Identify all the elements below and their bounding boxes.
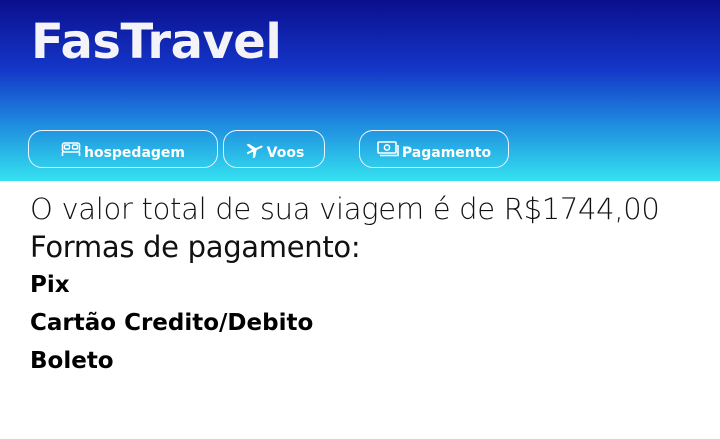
payment-option-card[interactable]: Cartão Credito/Debito	[30, 304, 720, 342]
nav-pagamento-label: Pagamento	[401, 145, 492, 161]
plane-icon	[244, 140, 264, 158]
payment-content: O valor total de sua viagem é de R$1744,…	[30, 190, 720, 380]
nav-hospedagem-label: hospedagem	[83, 145, 185, 161]
nav-pagamento-button[interactable]: Pagamento	[359, 130, 509, 168]
payment-option-boleto[interactable]: Boleto	[30, 342, 720, 380]
nav-voos-label: Voos	[266, 145, 305, 161]
nav-hospedagem-button[interactable]: hospedagem	[28, 130, 218, 168]
trip-total-text: O valor total de sua viagem é de R$1744,…	[30, 192, 660, 226]
payment-option-pix[interactable]: Pix	[30, 266, 720, 304]
money-icon	[377, 141, 399, 157]
payment-methods-title: Formas de pagamento:	[30, 230, 361, 264]
brand-logo[interactable]: FasTravel	[31, 14, 282, 70]
nav-voos-button[interactable]: Voos	[223, 130, 325, 168]
header: FasTravel hospedagem Voos Pagamento	[0, 0, 720, 181]
main-nav: hospedagem Voos Pagamento	[0, 130, 720, 170]
bed-icon	[61, 141, 81, 157]
